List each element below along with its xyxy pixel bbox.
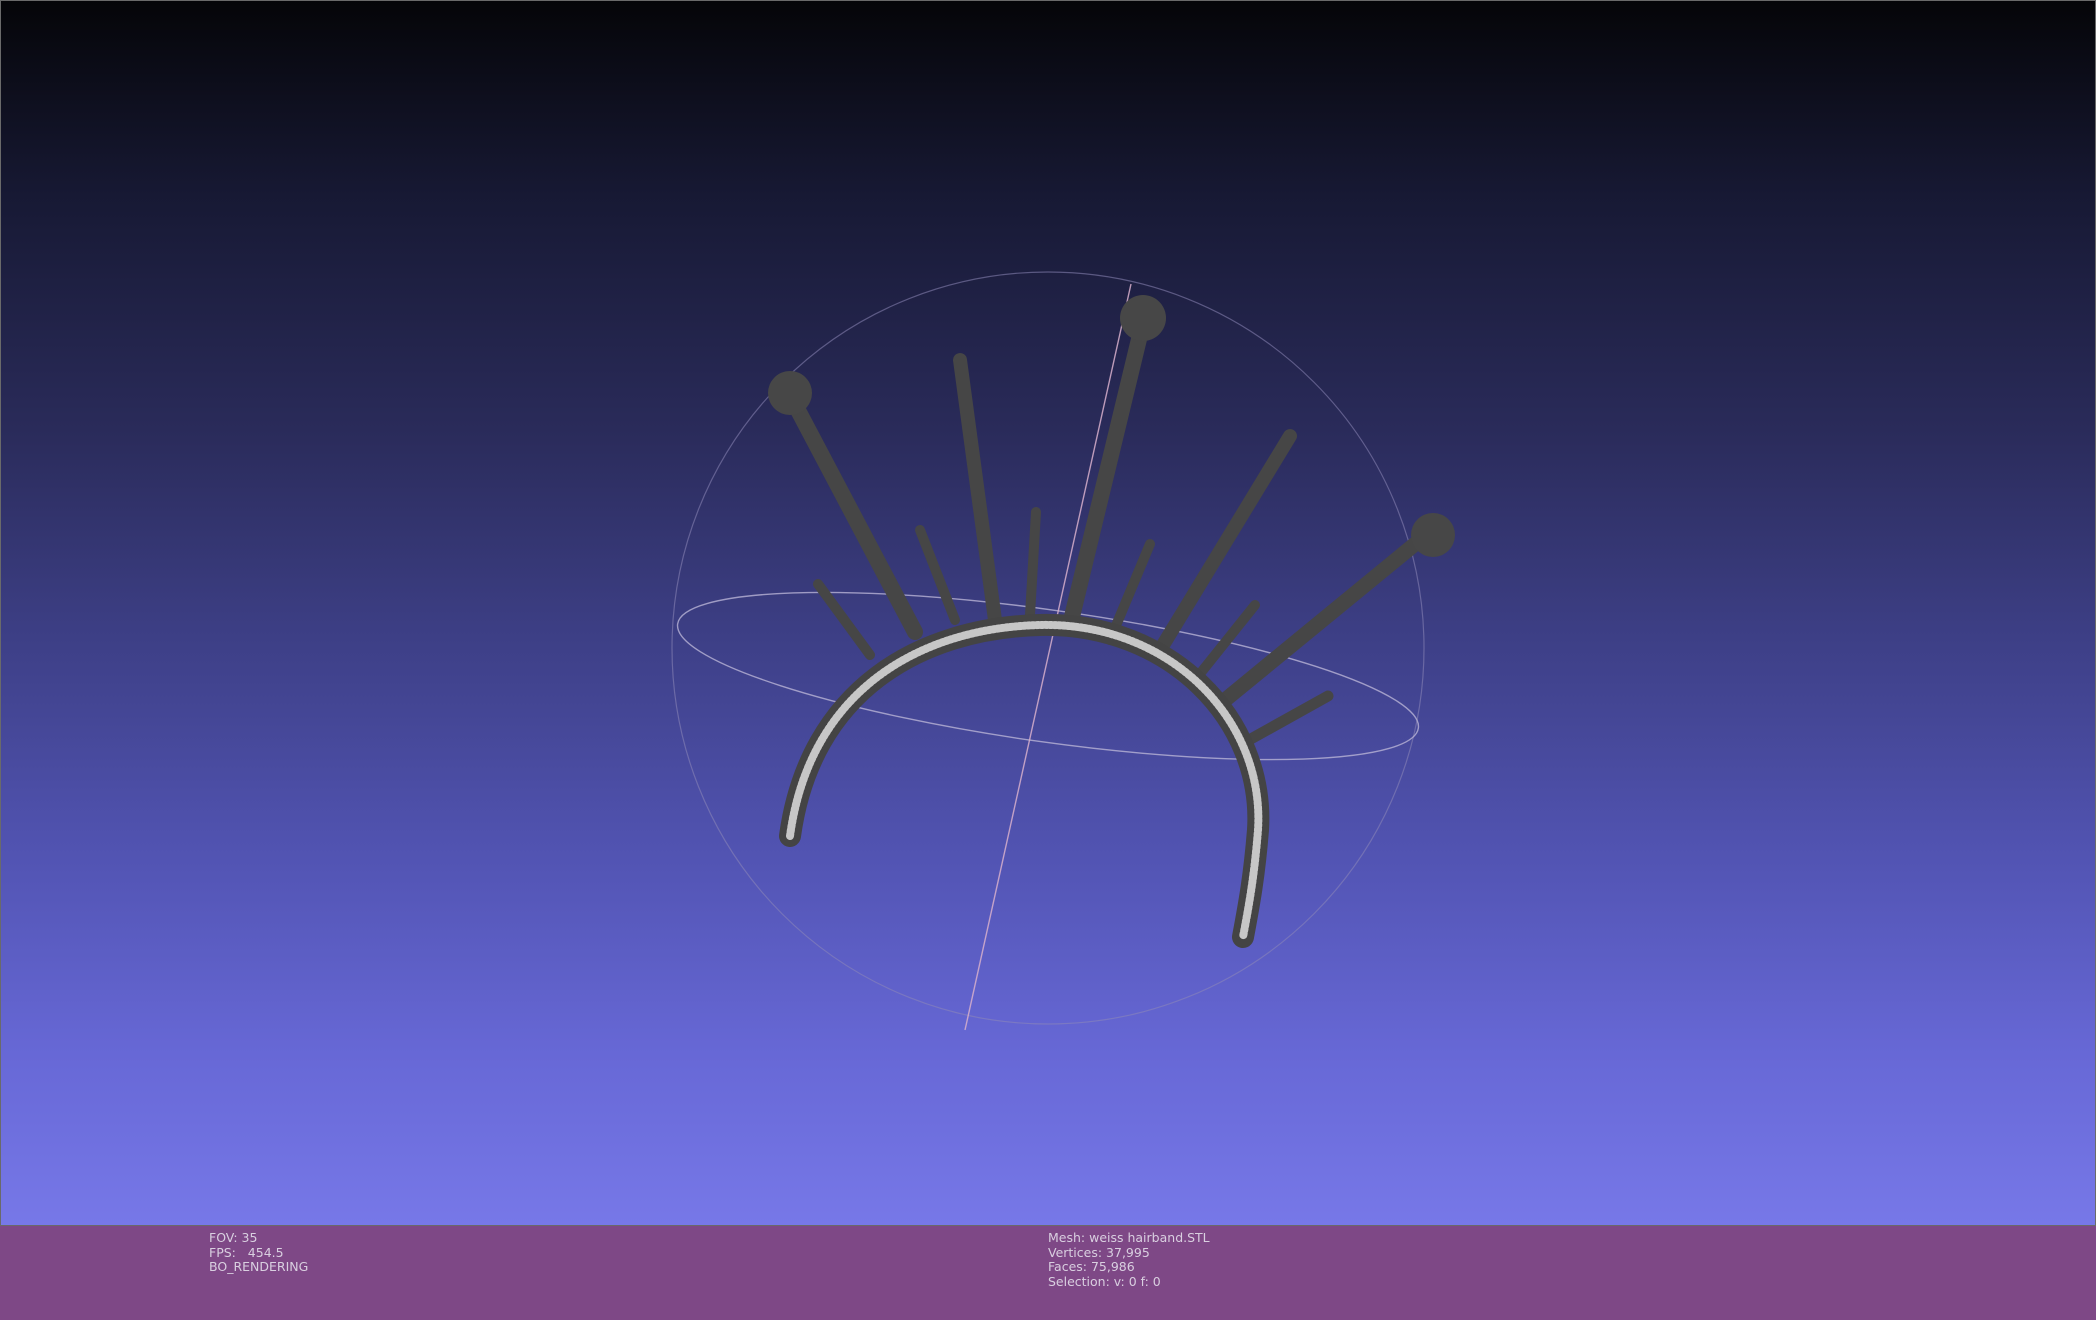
info-bar: FOV: 35 FPS: 454.5 BO_RENDERING Mesh: we…: [0, 1226, 2096, 1320]
spike: [1234, 690, 1334, 751]
spike: [1217, 532, 1428, 708]
spike: [813, 579, 875, 660]
band-edges: [786, 620, 1263, 941]
spike-ball: [768, 371, 812, 415]
hairband-mesh[interactable]: [768, 295, 1455, 948]
selection-label: Selection: v: 0 f: 0: [1048, 1273, 1161, 1289]
trackball-ring[interactable]: [668, 559, 1427, 794]
spike-ball: [1411, 513, 1455, 557]
spike: [1190, 600, 1260, 685]
fps-label: FPS: 454.5: [209, 1244, 284, 1260]
spike: [782, 387, 923, 640]
spike: [1025, 507, 1041, 620]
info-left-panel: FOV: 35 FPS: 454.5 BO_RENDERING: [209, 1230, 309, 1275]
faces-label: Faces: 75,986: [1048, 1259, 1135, 1274]
fov-label: FOV: 35: [209, 1230, 258, 1245]
mesh-name-label: Mesh: weiss hairband.STL: [1048, 1230, 1210, 1245]
spike-ball: [1120, 295, 1166, 341]
mesh-scene[interactable]: [0, 0, 2096, 1226]
vertices-label: Vertices: 37,995: [1048, 1244, 1150, 1260]
trackball-axis-line: [964, 283, 1132, 1031]
3d-viewport[interactable]: [0, 0, 2096, 1226]
spike: [915, 525, 960, 625]
render-mode-label: BO_RENDERING: [209, 1259, 309, 1274]
spike: [953, 353, 1002, 627]
info-right-panel: Mesh: weiss hairband.STL Vertices: 37,99…: [1048, 1230, 1210, 1289]
spike: [1153, 429, 1297, 657]
